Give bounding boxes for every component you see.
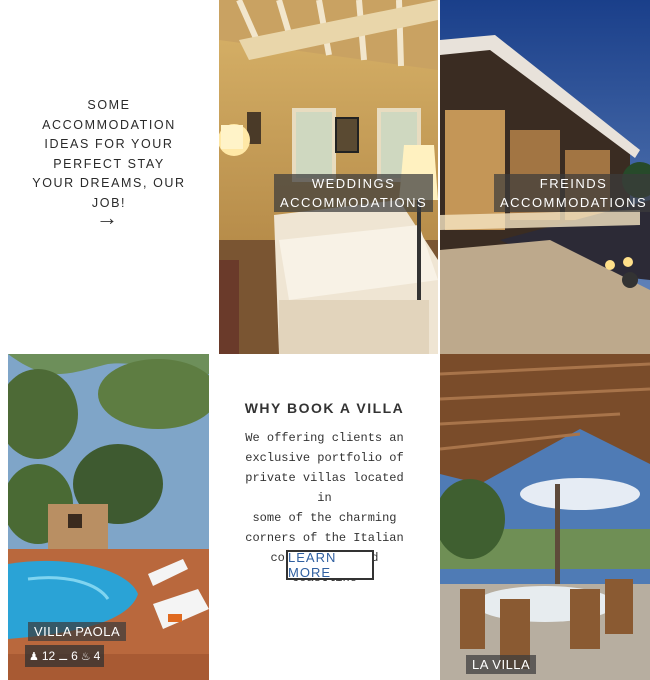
intro-line: YOUR DREAMS, OUR <box>32 176 186 190</box>
bed-icon: ⚊ <box>58 650 69 663</box>
la-villa-caption[interactable]: LA VILLA <box>466 655 537 674</box>
caption-line: ACCOMMODATIONS <box>500 195 648 210</box>
caption-line: WEDDINGS <box>311 176 396 191</box>
la-villa-name: LA VILLA <box>472 657 531 672</box>
friends-caption[interactable]: FREINDS ACCOMMODATIONS <box>494 174 650 212</box>
villa-paola-name: VILLA PAOLA <box>34 624 121 639</box>
intro-line: IDEAS FOR YOUR <box>44 137 174 151</box>
intro-tile: SOME ACCOMMODATION IDEAS FOR YOUR PERFEC… <box>0 0 219 354</box>
learn-more-button[interactable]: LEARN MORE <box>286 550 374 580</box>
guests-icon: ♟ <box>29 650 39 663</box>
guests-count: 12 <box>41 649 56 663</box>
why-title: WHY BOOK A VILLA <box>244 400 405 416</box>
la-villa-image <box>440 354 650 680</box>
beds-count: 6 <box>71 649 78 663</box>
weddings-caption[interactable]: WEDDINGS ACCOMMODATIONS <box>274 174 434 212</box>
description-line: We offering clients an <box>245 431 404 445</box>
description-line: exclusive portfolio of <box>245 451 404 465</box>
villa-paola-stats: ♟ 12 ⚊ 6 ♨ 4 <box>25 645 105 667</box>
la-villa-tile[interactable]: LA VILLA <box>440 354 650 680</box>
friends-tile[interactable]: FREINDS ACCOMMODATIONS <box>440 0 650 354</box>
caption-line: ACCOMMODATIONS <box>280 195 428 210</box>
villa-paola-caption[interactable]: VILLA PAOLA <box>28 622 127 641</box>
intro-line: PERFECT STAY <box>53 156 165 171</box>
description-line: private villas located in <box>245 471 404 505</box>
description-line: corners of the Italian <box>245 531 404 545</box>
weddings-tile[interactable]: WEDDINGS ACCOMMODATIONS <box>219 0 438 354</box>
villa-paola-tile[interactable]: VILLA PAOLA <box>8 354 209 680</box>
intro-text: SOME ACCOMMODATION IDEAS FOR YOUR PERFEC… <box>20 96 198 213</box>
intro-line: SOME ACCOMMODATION <box>42 98 176 132</box>
caption-line: FREINDS <box>539 176 608 191</box>
bath-icon: ♨ <box>80 650 91 663</box>
description-line: some of the charming <box>252 511 397 525</box>
why-book-tile: WHY BOOK A VILLA We offering clients an … <box>209 354 440 680</box>
baths-count: 4 <box>93 649 101 663</box>
arrow-right-icon[interactable]: → <box>96 205 118 231</box>
